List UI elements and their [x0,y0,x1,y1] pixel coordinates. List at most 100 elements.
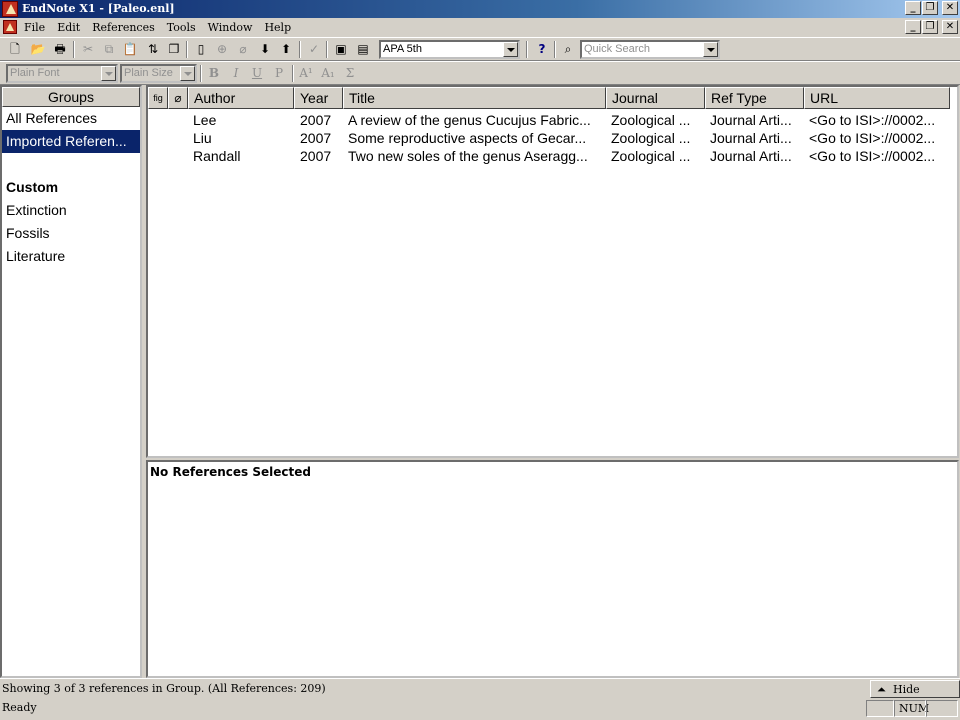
document-icon[interactable] [3,20,17,34]
table-row[interactable]: Randall 2007 Two new soles of the genus … [148,147,948,165]
cell-title: A review of the genus Cucujus Fabric... [348,112,591,128]
subscript-button[interactable]: A₁ [319,65,337,82]
main-toolbar: 🗋 📂 🖶 ✂ ⧉ 📋 ⇅ ❐ ▯ ⊕ ⌀ ⬇ ⬆ ✓ ▣ ▤ APA 5th … [0,37,960,61]
output-style-select[interactable]: APA 5th [379,40,520,59]
attach-icon[interactable]: ⌀ [234,41,252,58]
endnote-window: EndNote X1 - [Paleo.enl] _ ❐ ✕ File Edit… [0,0,960,720]
menu-references[interactable]: References [92,21,155,34]
chevron-down-icon[interactable] [101,66,116,81]
superscript-button[interactable]: A¹ [297,65,315,82]
table-row[interactable]: Lee 2007 A review of the genus Cucujus F… [148,111,948,129]
quick-search-combo[interactable] [580,40,720,59]
help-button[interactable]: ? [533,41,551,58]
cell-url: <Go to ISI>://0002... [809,148,936,164]
hide-preview-button[interactable]: ⏶ Hide Preview [870,680,960,709]
column-year[interactable]: Year [294,87,343,109]
window-split-icon[interactable]: ▤ [354,41,372,58]
chevron-down-icon[interactable] [703,42,718,57]
cell-author: Lee [193,112,217,128]
group-literature[interactable]: Literature [2,245,140,268]
cell-author: Liu [193,130,212,146]
copy-icon[interactable]: ⧉ [100,41,118,58]
paste-icon[interactable]: 📋 [121,41,139,58]
doc-minimize-button[interactable]: _ [905,20,921,34]
groups-header[interactable]: Groups [2,87,140,107]
status-panel-empty [866,700,894,717]
cell-title: Some reproductive aspects of Gecar... [348,130,587,146]
close-button[interactable]: ✕ [942,1,958,15]
underline-button[interactable]: U [248,65,266,82]
preview-pane[interactable]: No References Selected [146,460,959,678]
cell-title: Two new soles of the genus Aseragg... [348,148,588,164]
cell-journal: Zoological ... [611,130,691,146]
column-url[interactable]: URL [804,87,950,109]
endnote-app-icon[interactable] [2,1,18,17]
window-title: EndNote X1 - [Paleo.enl] [22,2,175,15]
insert-citation-icon[interactable]: ⬇ [256,41,274,58]
symbol-button[interactable]: Σ [341,65,359,82]
menu-file[interactable]: File [24,21,45,34]
cell-year: 2007 [300,148,332,164]
group-extinction[interactable]: Extinction [2,199,140,222]
cell-journal: Zoological ... [611,148,691,164]
menu-help[interactable]: Help [264,21,291,34]
cell-url: <Go to ISI>://0002... [809,112,936,128]
search-online-icon[interactable]: ⊕ [213,41,231,58]
menu-bar: File Edit References Tools Window Help _… [0,18,960,37]
italic-button[interactable]: I [227,65,245,82]
column-figure[interactable]: fig [148,87,168,109]
title-bar: EndNote X1 - [Paleo.enl] _ ❐ ✕ [0,0,960,18]
cell-ref-type: Journal Arti... [710,148,792,164]
num-lock-label: NUM [899,702,930,715]
group-fossils[interactable]: Fossils [2,222,140,245]
font-select-value: Plain Font [10,67,60,79]
format-toolbar: Plain Font Plain Size B I U P A¹ A₁ Σ [0,61,960,85]
cell-journal: Zoological ... [611,112,691,128]
menu-tools[interactable]: Tools [167,21,196,34]
spellcheck-icon[interactable]: ✓ [305,41,323,58]
minimize-button[interactable]: _ [905,1,921,15]
new-icon[interactable]: 🗋 [6,41,24,58]
quick-search-input[interactable] [584,43,718,55]
chevron-down-icon[interactable] [503,42,518,57]
open-icon[interactable]: 📂 [29,41,47,58]
cell-year: 2007 [300,130,332,146]
copy-formatted-icon[interactable]: ❐ [165,41,183,58]
reference-list: fig ⌀ Author Year Title Journal Ref Type… [146,85,959,458]
ready-status: Ready [2,701,37,714]
group-all-references[interactable]: All References [2,107,140,130]
doc-restore-button[interactable]: ❐ [922,20,938,34]
binoculars-icon[interactable]: ⌕ [559,41,577,58]
cut-icon[interactable]: ✂ [79,41,97,58]
menu-window[interactable]: Window [208,21,253,34]
column-author[interactable]: Author [188,87,294,109]
arrow-up-icon: ⏶ [877,683,886,696]
size-select[interactable]: Plain Size [120,64,197,83]
menu-edit[interactable]: Edit [57,21,80,34]
chevron-down-icon[interactable] [180,66,195,81]
group-imported-references[interactable]: Imported Referen... [2,130,140,153]
restore-button[interactable]: ❐ [922,1,938,15]
plain-button[interactable]: P [270,65,288,82]
group-status-bar: Showing 3 of 3 references in Group. (All… [0,678,960,709]
cell-year: 2007 [300,112,332,128]
print-icon[interactable]: 🖶 [51,41,69,58]
output-style-value: APA 5th [383,43,422,55]
insert-picture-icon[interactable]: ▣ [332,41,350,58]
table-row[interactable]: Liu 2007 Some reproductive aspects of Ge… [148,129,948,147]
cell-ref-type: Journal Arti... [710,112,792,128]
column-journal[interactable]: Journal [606,87,705,109]
bold-button[interactable]: B [205,65,223,82]
column-title[interactable]: Title [343,87,606,109]
font-select[interactable]: Plain Font [6,64,118,83]
sort-icon[interactable]: ⇅ [144,41,162,58]
preview-message: No References Selected [150,465,311,479]
doc-close-button[interactable]: ✕ [942,20,958,34]
column-attachment[interactable]: ⌀ [168,87,188,109]
show-selected-icon[interactable]: ▯ [192,41,210,58]
cell-url: <Go to ISI>://0002... [809,130,936,146]
format-bibliography-icon[interactable]: ⬆ [277,41,295,58]
column-ref-type[interactable]: Ref Type [705,87,804,109]
group-custom-heading[interactable]: Custom [2,176,140,199]
cell-author: Randall [193,148,241,164]
